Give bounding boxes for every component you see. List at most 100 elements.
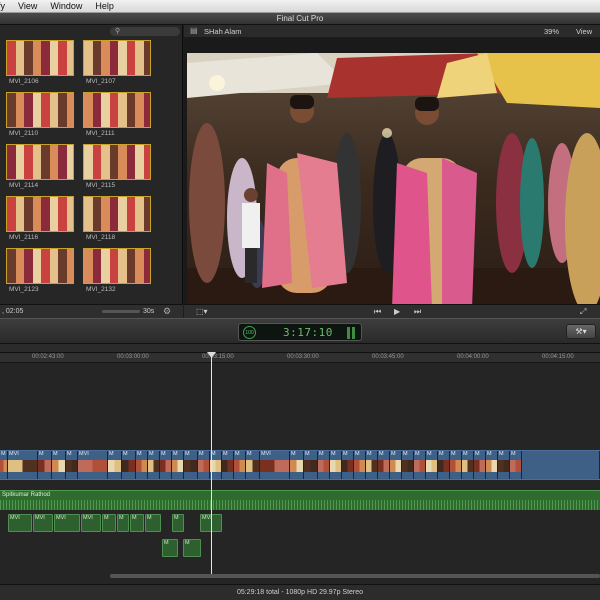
playhead[interactable] [211,353,212,574]
storyline-clip[interactable]: M [414,451,426,479]
storyline-clip[interactable]: M [498,451,510,479]
connected-audio-clip[interactable]: M [102,514,116,532]
connected-audio-clip[interactable]: M [130,514,144,532]
storyline-clip[interactable]: M [234,451,246,479]
storyline-clip[interactable]: MVI [78,451,108,479]
connected-audio-clip[interactable]: MVI [33,514,53,532]
storyline-clip[interactable]: M [136,451,148,479]
connected-audio-clip-label: M [174,515,179,521]
clip-thumbnail-label: MVI_2132 [86,286,116,293]
clip-thumbnail[interactable] [83,248,151,284]
storyline-clip[interactable]: M [510,451,522,479]
storyline-clip[interactable]: M [66,451,78,479]
timeline-ruler[interactable]: 00:02:43:00 00:03:00:00 00:03:15:00 00:03:3… [0,353,600,363]
clip-thumbnail[interactable] [83,40,151,76]
clip-thumbnail[interactable] [6,40,74,76]
clip-thumbnail[interactable] [83,144,151,180]
storyline-clip[interactable]: M [450,451,462,479]
event-browser: ⚲ MVI_2106 MVI_2107 MVI_2110 MVI_2111 MVI_21… [0,25,183,318]
storyline-clip-filmstrip [426,460,437,472]
timecode-display: 3:17:10 [283,326,333,339]
storyline-clip-filmstrip [498,460,509,472]
previous-frame-icon[interactable]: ⏮ [374,307,381,317]
clip-thumbnail[interactable] [83,196,151,232]
gear-icon[interactable]: ⚙ [163,306,171,317]
timeline-status: 05:29:18 total - 1080p HD 29.97p Stereo [0,584,600,600]
clip-thumbnail[interactable] [6,248,74,284]
viewer-view-menu[interactable]: View [576,27,592,36]
storyline-clip-filmstrip [354,460,365,472]
storyline-clip[interactable]: M [52,451,66,479]
storyline-clip[interactable]: M [160,451,172,479]
menu-bar: fy View Window Help [0,0,600,13]
storyline-clip[interactable]: M [0,451,8,479]
dashboard-timecode[interactable]: 100 3:17:10 [238,323,362,341]
storyline-clip[interactable]: M [438,451,450,479]
storyline-clip[interactable]: M [108,451,122,479]
storyline-clip[interactable]: M [474,451,486,479]
play-icon[interactable]: ▶ [394,307,400,316]
storyline-clip-filmstrip [462,460,473,472]
storyline-clip[interactable] [522,451,600,479]
storyline-clip[interactable]: M [390,451,402,479]
storyline-clip[interactable]: M [402,451,414,479]
connected-audio-clip[interactable]: M [183,539,201,557]
connected-audio-clip[interactable]: MVI [81,514,101,532]
storyline-clip[interactable]: M [354,451,366,479]
clip-thumbnail[interactable] [6,144,74,180]
storyline-clip[interactable]: M [290,451,304,479]
storyline-clip[interactable]: MVI [8,451,38,479]
tools-menu-button[interactable]: ⚒▾ [566,324,596,339]
connected-audio-clip[interactable]: M [172,514,184,532]
storyline-clip[interactable]: M [318,451,330,479]
storyline-clip[interactable]: M [198,451,210,479]
menu-item-edit[interactable]: fy [0,1,5,11]
browser-search-field[interactable]: ⚲ [110,27,180,36]
next-frame-icon[interactable]: ⏭ [414,307,421,317]
viewer-zoom-menu[interactable]: 39% [544,27,559,36]
storyline-clip[interactable]: M [426,451,438,479]
menu-item-view[interactable]: View [18,1,37,11]
storyline-clip-filmstrip [66,460,77,472]
audio-clip[interactable]: Spitkumar Rathod [0,490,600,510]
storyline-clip[interactable]: M [172,451,184,479]
storyline-clip-filmstrip [0,460,7,472]
storyline-clip[interactable]: M [246,451,260,479]
clip-thumbnail[interactable] [6,92,74,128]
connected-audio-clip[interactable]: MVI [54,514,80,532]
storyline-clip[interactable]: M [304,451,318,479]
storyline-clip[interactable]: M [342,451,354,479]
storyline-clip[interactable]: M [366,451,378,479]
storyline-clip-filmstrip [510,460,521,472]
menu-item-window[interactable]: Window [50,1,82,11]
storyline-clip[interactable]: M [184,451,198,479]
storyline-clip[interactable]: M [330,451,342,479]
storyline-clip[interactable]: M [38,451,52,479]
clip-zoom-label: 30s [143,308,155,315]
fullscreen-icon[interactable]: ⤢ [580,307,586,317]
transform-menu-icon[interactable]: ⬚▾ [196,307,208,316]
clip-thumbnail[interactable] [83,92,151,128]
storyline-clip[interactable]: M [462,451,474,479]
connected-audio-clip[interactable]: M [117,514,129,532]
connected-audio-clip[interactable]: M [162,539,178,557]
clip-thumbnail[interactable] [6,196,74,232]
viewer-header: ▤ SHah Alam 39% View [184,25,600,37]
storyline-clip-filmstrip [184,460,197,472]
storyline-clip[interactable]: M [486,451,498,479]
pointer-tool-icon: ⚒▾ [575,327,587,336]
clip-zoom-slider[interactable] [102,310,140,313]
storyline-clip-label: M [67,451,72,457]
storyline-clip-label: M [123,451,128,457]
menu-item-help[interactable]: Help [95,1,114,11]
connected-audio-clip[interactable]: M [145,514,161,532]
background-task-indicator[interactable]: 100 [243,326,256,339]
storyline-clip[interactable]: M [378,451,390,479]
timeline-scrollbar[interactable] [110,574,600,578]
storyline-clip[interactable]: M [122,451,136,479]
storyline-clip[interactable]: M [222,451,234,479]
storyline-clip[interactable]: M [148,451,160,479]
connected-audio-clip[interactable]: MVI [8,514,32,532]
storyline-clip-label: M [403,451,408,457]
storyline-clip[interactable]: MVI [260,451,290,479]
